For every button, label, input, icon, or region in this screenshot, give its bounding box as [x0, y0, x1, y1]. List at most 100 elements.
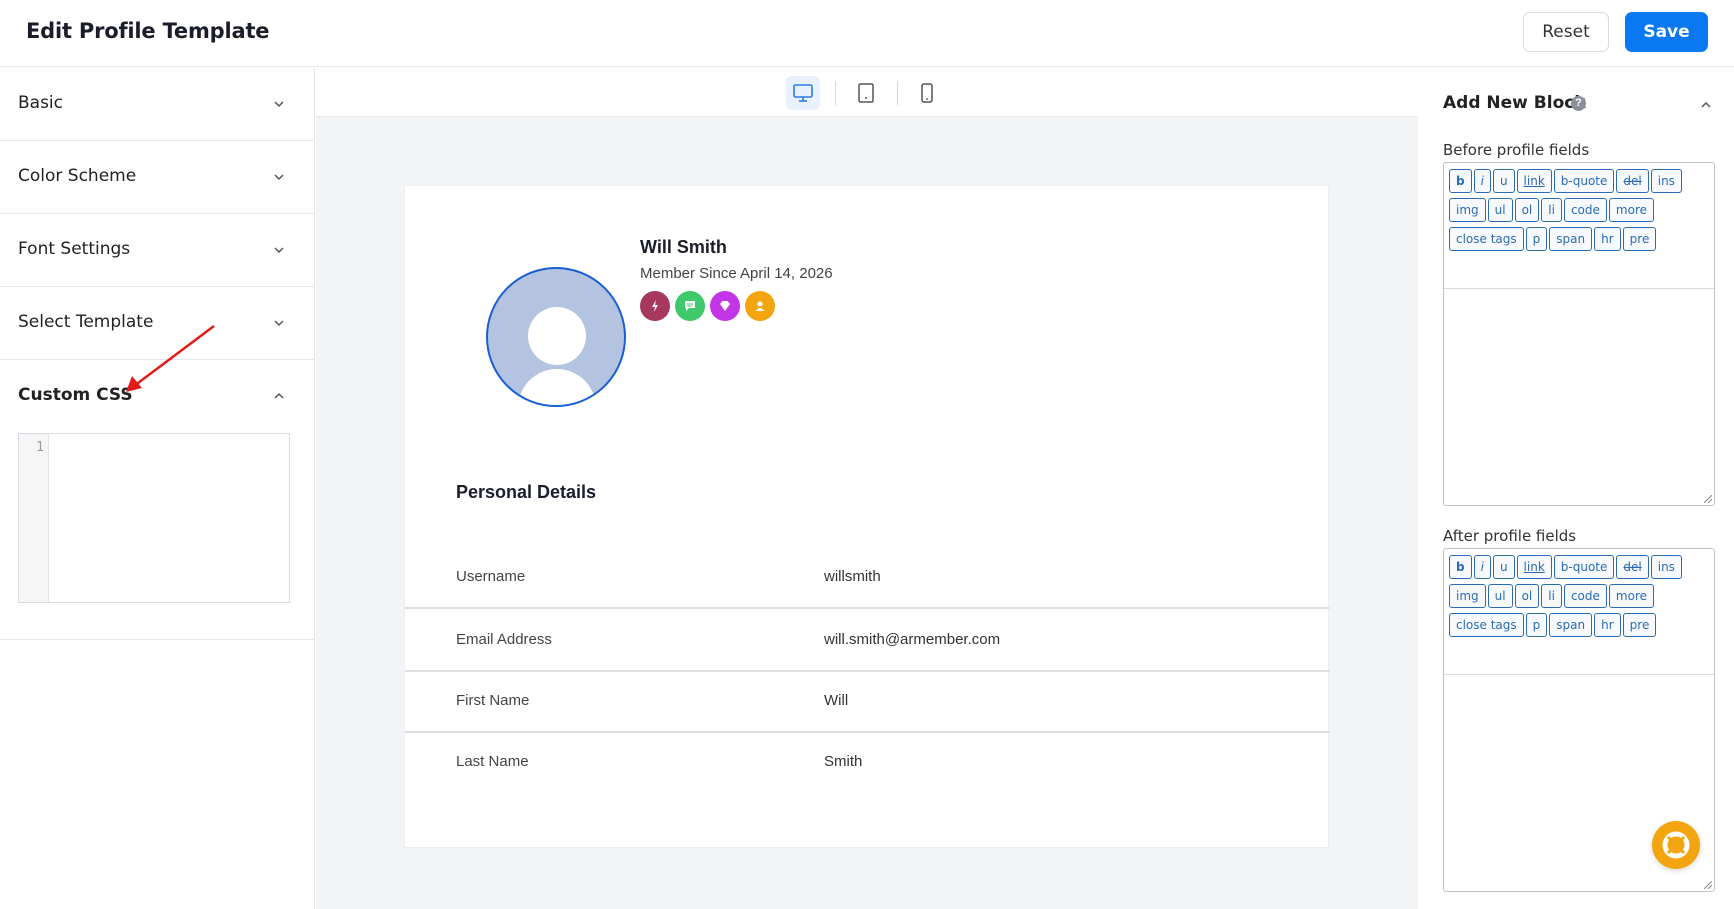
- tag-button-close-tags[interactable]: close tags: [1449, 613, 1524, 637]
- tag-button-code[interactable]: code: [1563, 198, 1607, 222]
- section-custom-css[interactable]: Custom CSS 1: [0, 360, 314, 640]
- avatar-head: [528, 307, 586, 365]
- tag-button-p[interactable]: p: [1525, 227, 1548, 251]
- page-title: Edit Profile Template: [26, 19, 270, 43]
- tag-button-ins[interactable]: ins: [1650, 555, 1682, 579]
- badge[interactable]: [710, 291, 740, 321]
- tablet-icon: [858, 83, 874, 103]
- section-label: Basic: [18, 93, 64, 113]
- field-label: First Name: [456, 692, 530, 709]
- tag-button-pre[interactable]: pre: [1622, 613, 1657, 637]
- tag-button-hr[interactable]: hr: [1594, 613, 1621, 637]
- chevron-down-icon: [274, 174, 284, 181]
- resize-handle-icon[interactable]: [1704, 881, 1712, 889]
- tag-button-img[interactable]: img: [1449, 198, 1486, 222]
- tag-button-more[interactable]: more: [1608, 584, 1654, 608]
- help-icon[interactable]: ?: [1571, 96, 1586, 111]
- reset-button[interactable]: Reset: [1523, 12, 1609, 52]
- chevron-down-icon: [274, 320, 284, 327]
- field-value: will.smith@armember.com: [824, 631, 1001, 648]
- user-icon: [755, 301, 765, 311]
- badge-list: [640, 291, 775, 321]
- tag-button-del[interactable]: del: [1616, 555, 1649, 579]
- badge[interactable]: [640, 291, 670, 321]
- tag-button-link[interactable]: link: [1516, 169, 1552, 193]
- tag-button-b[interactable]: b: [1449, 555, 1472, 579]
- tag-button-b[interactable]: b: [1449, 169, 1472, 193]
- tag-button-li[interactable]: li: [1541, 584, 1562, 608]
- mobile-icon: [921, 83, 933, 103]
- section-label: Custom CSS: [18, 385, 133, 405]
- custom-css-editor[interactable]: 1: [18, 433, 290, 603]
- support-button[interactable]: [1652, 821, 1700, 869]
- after-fields-label: After profile fields: [1443, 527, 1577, 545]
- tag-button-hr[interactable]: hr: [1594, 227, 1621, 251]
- field-label: Last Name: [456, 753, 529, 770]
- section-font-settings[interactable]: Font Settings: [0, 214, 314, 287]
- quicktags-toolbar: b i u link b-quote del ins img ul ol li code more clo…: [1444, 549, 1714, 675]
- resize-handle-icon[interactable]: [1704, 495, 1712, 503]
- section-color-scheme[interactable]: Color Scheme: [0, 141, 314, 214]
- tag-button-ul[interactable]: ul: [1487, 198, 1513, 222]
- tag-button-ul[interactable]: ul: [1487, 584, 1513, 608]
- avatar-body: [518, 369, 596, 405]
- tag-button-u[interactable]: u: [1492, 169, 1515, 193]
- bolt-icon: [652, 300, 658, 312]
- tag-button-li[interactable]: li: [1541, 198, 1562, 222]
- section-label: Font Settings: [18, 239, 131, 259]
- chevron-down-icon: [274, 247, 284, 254]
- tag-button-more[interactable]: more: [1608, 198, 1654, 222]
- tag-button-span[interactable]: span: [1549, 227, 1593, 251]
- tag-button-link[interactable]: link: [1516, 555, 1552, 579]
- field-value: Smith: [824, 753, 863, 770]
- line-gutter: 1: [19, 434, 49, 602]
- tag-button-ol[interactable]: ol: [1514, 584, 1540, 608]
- desktop-view-button[interactable]: [786, 76, 820, 110]
- field-value: Will: [824, 692, 849, 709]
- detail-row: Last Name Smith: [405, 733, 1330, 794]
- before-fields-label: Before profile fields: [1443, 141, 1590, 159]
- before-fields-editor[interactable]: b i u link b-quote del ins img ul ol li code more clo…: [1443, 162, 1715, 506]
- tag-button-i[interactable]: i: [1473, 169, 1491, 193]
- field-label: Email Address: [456, 631, 552, 648]
- tag-button-del[interactable]: del: [1616, 169, 1649, 193]
- tag-button-span[interactable]: span: [1549, 613, 1593, 637]
- tag-button-code[interactable]: code: [1563, 584, 1607, 608]
- tag-button-close-tags[interactable]: close tags: [1449, 227, 1524, 251]
- annotation-arrow-icon: [126, 325, 215, 392]
- badge[interactable]: [745, 291, 775, 321]
- tag-button-b-quote[interactable]: b-quote: [1553, 555, 1615, 579]
- field-label: Username: [456, 568, 526, 585]
- separator: [835, 81, 836, 105]
- add-block-panel: Add New Block ? Before profile fields bi…: [1419, 68, 1734, 909]
- tag-button-img[interactable]: img: [1449, 584, 1486, 608]
- tag-button-i[interactable]: i: [1473, 555, 1491, 579]
- badge[interactable]: [675, 291, 705, 321]
- panel-title: Add New Block: [1443, 93, 1586, 113]
- section-basic[interactable]: Basic: [0, 68, 314, 141]
- mobile-view-button[interactable]: [910, 76, 944, 110]
- separator: [897, 81, 898, 105]
- top-bar: Edit Profile Template Reset Save: [0, 0, 1734, 67]
- section-label: Color Scheme: [18, 166, 137, 186]
- chevron-up-icon[interactable]: [1699, 98, 1713, 112]
- tag-button-ins[interactable]: ins: [1650, 169, 1682, 193]
- detail-row: Username willsmith: [405, 548, 1330, 609]
- detail-row: Email Address will.smith@armember.com: [405, 611, 1330, 672]
- tag-button-u[interactable]: u: [1492, 555, 1515, 579]
- chat-icon: [685, 301, 695, 311]
- save-button[interactable]: Save: [1625, 12, 1708, 52]
- section-title: Personal Details: [456, 482, 597, 502]
- tag-button-p[interactable]: p: [1525, 613, 1548, 637]
- device-switcher: [316, 68, 1418, 117]
- tag-button-b-quote[interactable]: b-quote: [1553, 169, 1615, 193]
- tablet-view-button[interactable]: [849, 76, 883, 110]
- diamond-icon: [720, 301, 730, 311]
- chevron-down-icon: [274, 101, 284, 108]
- tag-button-ol[interactable]: ol: [1514, 198, 1540, 222]
- line-number: 1: [36, 440, 44, 455]
- chevron-up-icon: [274, 392, 284, 399]
- profile-name: Will Smith: [640, 237, 727, 257]
- tag-button-pre[interactable]: pre: [1622, 227, 1657, 251]
- member-since: Member Since April 14, 2026: [640, 265, 833, 282]
